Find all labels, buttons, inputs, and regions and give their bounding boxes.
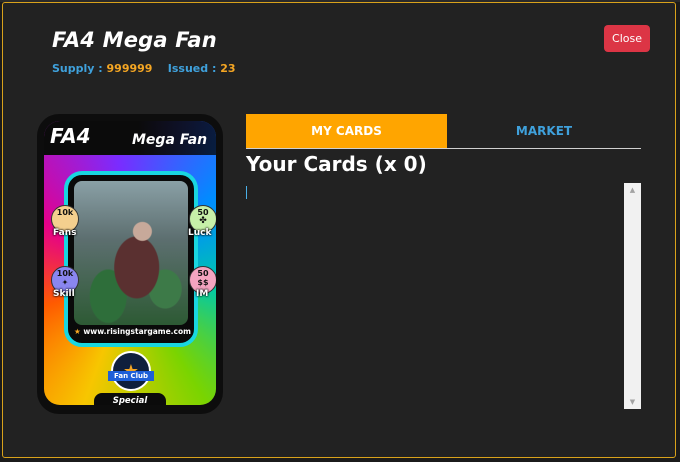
issued-value: 23: [220, 62, 236, 75]
scroll-up-arrow-icon[interactable]: ▲: [624, 183, 641, 197]
supply-value: 999999: [106, 62, 153, 75]
your-cards-heading: Your Cards (x 0): [246, 152, 427, 176]
modal-title: FA4 Mega Fan: [52, 28, 217, 52]
stat-skill-value: 10k: [56, 269, 74, 278]
close-button[interactable]: Close: [604, 25, 650, 52]
card-url: ★ www.risingstargame.com: [74, 327, 191, 336]
fan-club-label: Fan Club: [108, 371, 154, 381]
list-cursor: [246, 186, 247, 199]
card-face: FA4 Mega Fan ★ www.risingstargame.com 10…: [44, 121, 216, 405]
stat-im-value: 50: [197, 269, 209, 278]
stat-luck-label: Luck: [188, 228, 212, 238]
tab-divider: [246, 148, 641, 149]
star-icon: ★: [74, 327, 81, 336]
issued-label: Issued :: [167, 62, 217, 75]
scroll-down-arrow-icon[interactable]: ▼: [624, 395, 641, 409]
your-cards-list[interactable]: [246, 183, 622, 409]
tab-market[interactable]: MARKET: [447, 114, 641, 148]
stat-im-label: IM: [196, 289, 209, 299]
stat-fans-value: 10k: [56, 208, 74, 217]
money-icon: $$: [197, 278, 209, 287]
card-code: FA4: [50, 124, 91, 148]
skill-icon: ✦: [61, 278, 69, 287]
card-photo-frame: ★ www.risingstargame.com: [64, 171, 198, 347]
card-url-text: www.risingstargame.com: [83, 327, 191, 336]
card-rarity: Special: [94, 393, 166, 405]
supply-issued-info: Supply : 999999 Issued : 23: [52, 62, 236, 75]
supply-label: Supply :: [52, 62, 103, 75]
stat-skill-label: Skill: [53, 289, 75, 299]
card-name: Mega Fan: [132, 132, 208, 148]
card-image: FA4 Mega Fan ★ www.risingstargame.com 10…: [37, 114, 223, 414]
clover-icon: ✤: [199, 216, 207, 226]
card-photo: [74, 181, 188, 325]
cards-list-scrollbar[interactable]: ▲ ▼: [624, 183, 641, 409]
stat-fans-label: Fans: [53, 228, 77, 238]
tab-my-cards[interactable]: MY CARDS: [246, 114, 447, 148]
